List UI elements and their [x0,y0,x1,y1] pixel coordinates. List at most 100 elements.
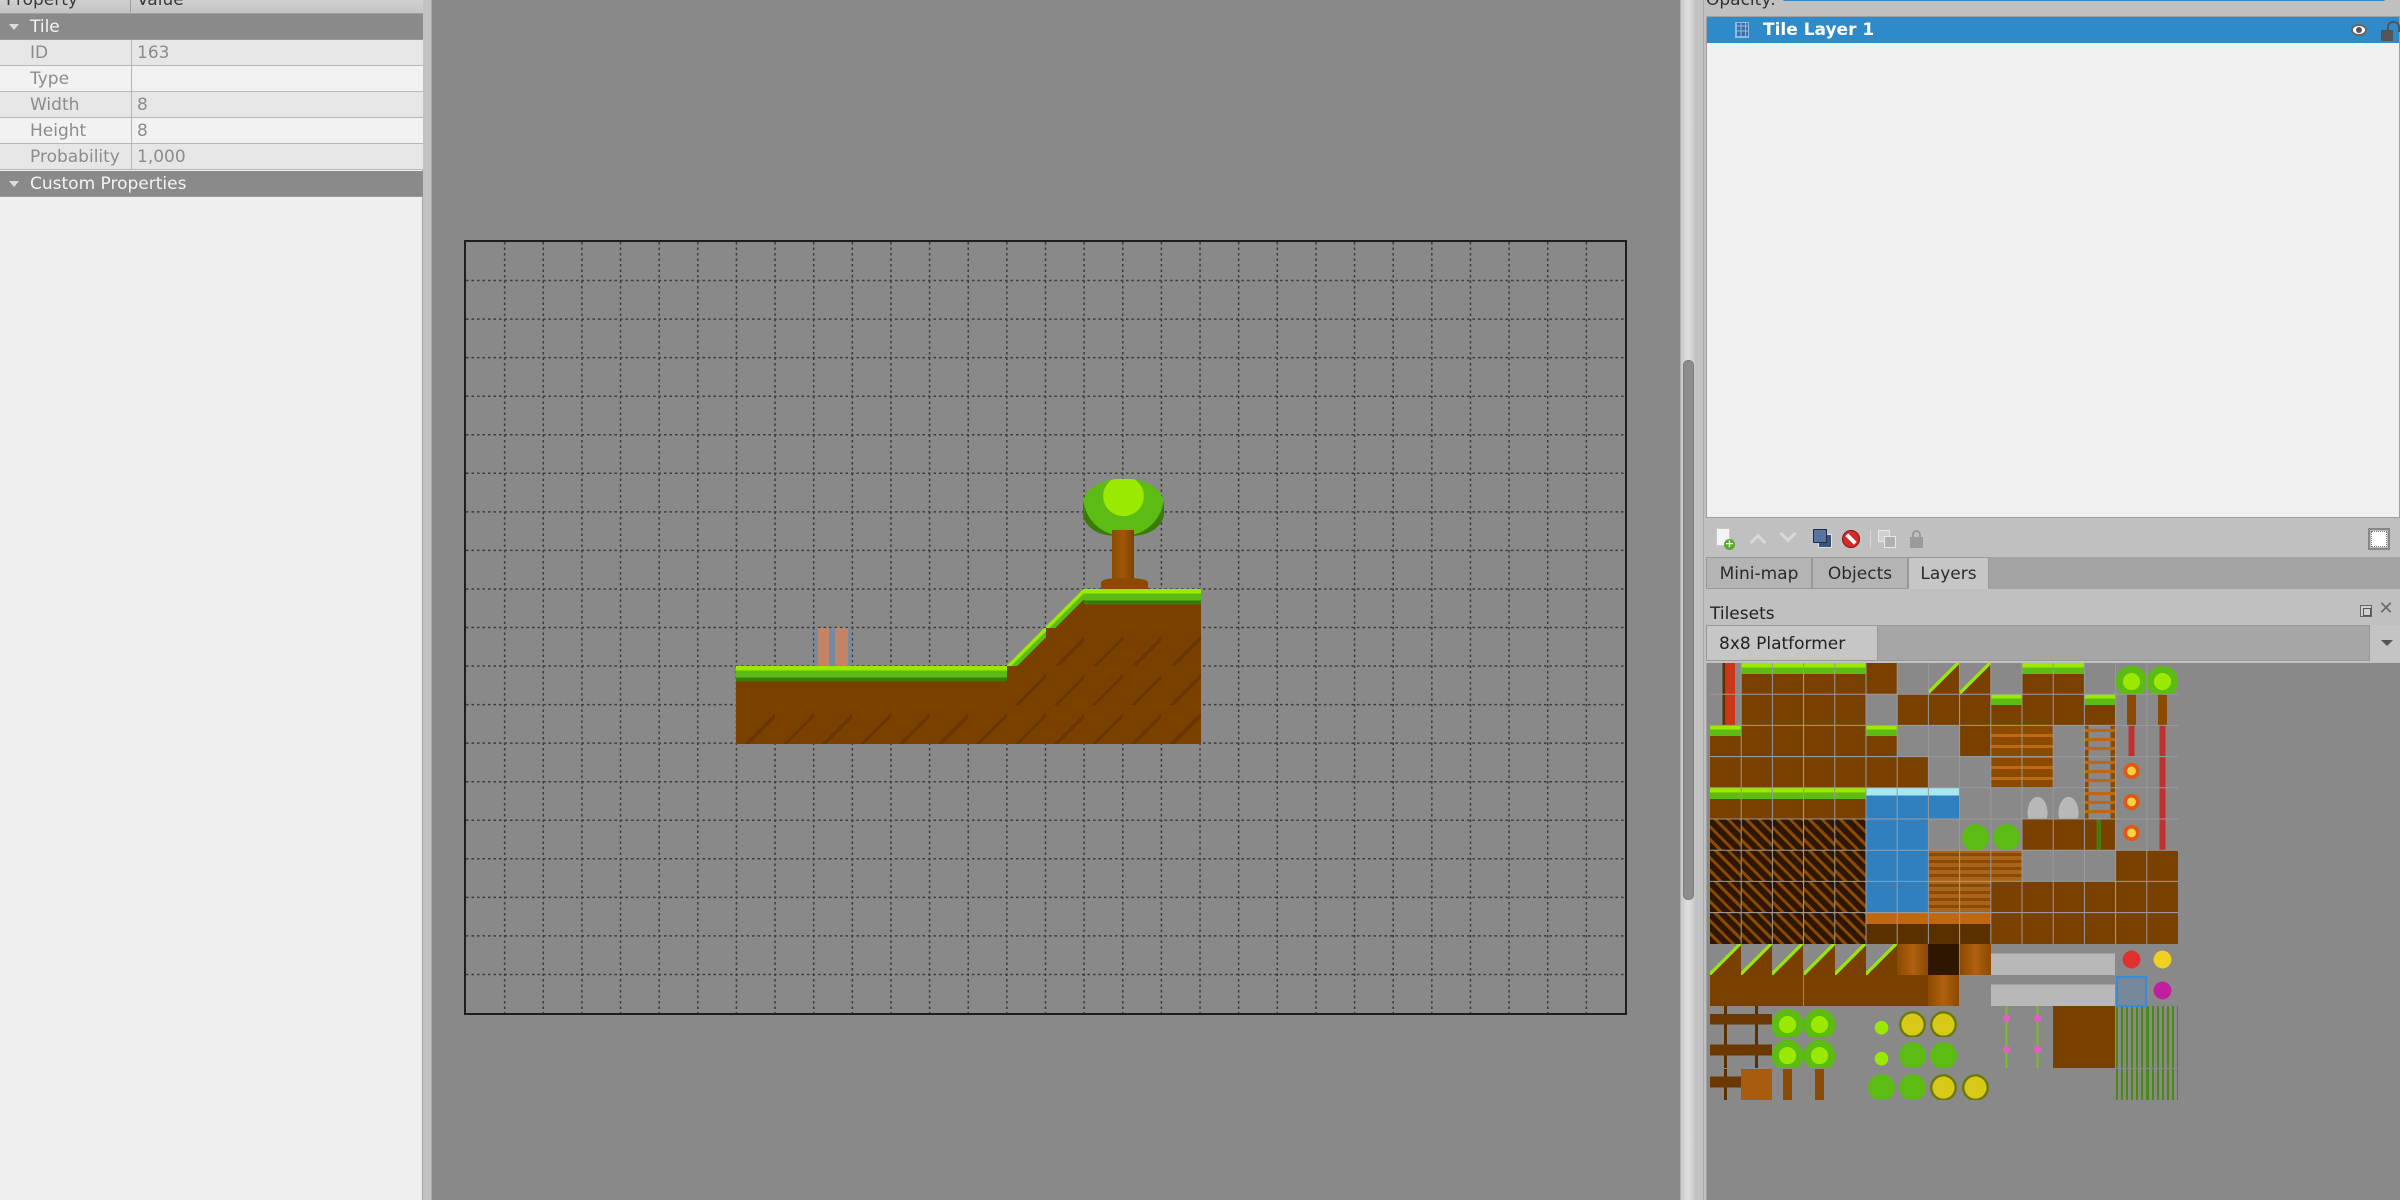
tileset-tile-grass[interactable] [1803,787,1835,819]
tileset-tile-gemPurple[interactable] [2146,975,2178,1006]
tileset-tile-cave[interactable] [1772,912,1804,944]
tileset-tile-waterTop[interactable] [1866,787,1897,819]
tileset-tile-heart[interactable] [2115,943,2147,975]
tileset-tile-dirt[interactable] [1959,694,1991,726]
collapse-arrow-icon[interactable] [9,24,19,30]
layers-list[interactable]: Tile Layer 1 [1706,16,2400,518]
tileset-tile-wood[interactable] [1990,756,2022,788]
tileset-tile-dirt[interactable] [2053,1037,2085,1069]
tileset-tile-grass[interactable] [2022,663,2053,694]
tileset-tile-flag[interactable] [1710,663,1741,694]
tileset-tile-tree[interactable] [2115,663,2147,694]
property-row-id[interactable]: ID 163 [0,40,423,66]
tileset-tile-spike[interactable] [2084,975,2116,1006]
map-tile-grass-top[interactable] [813,666,853,706]
tileset-tile-sign[interactable] [1741,1006,1773,1038]
tileset-tile-cave[interactable] [1834,850,1866,882]
tileset-tile-bridge[interactable] [1928,912,1960,944]
map-tile-dirt[interactable] [968,704,1008,744]
tileset-tile-cave[interactable] [1741,819,1773,850]
tileset-tile-sign[interactable] [1710,1068,1741,1100]
tileset-tile-pole[interactable] [2146,819,2178,850]
tileset-tile-grass[interactable] [1834,663,1866,694]
tileset-tile-sign[interactable] [1710,1006,1741,1038]
tileset-tile-hill[interactable] [1710,943,1741,975]
tileset-tile-dirt[interactable] [2146,912,2178,944]
tileset-tile-tree[interactable] [1803,1037,1835,1069]
tileset-tile-bridge[interactable] [1897,912,1929,944]
map-tile-dirt[interactable] [1006,666,1046,706]
map-tile-dirt[interactable] [1084,666,1124,706]
column-divider[interactable] [130,0,131,14]
tileset-tile-plant[interactable] [1866,1037,1897,1069]
tileset-tile-bridge[interactable] [1959,912,1991,944]
tileset-tile-bush[interactable] [1959,819,1991,850]
tileset-tile-dirt[interactable] [1834,694,1866,726]
tileset-tile-dirt[interactable] [1959,725,1991,757]
tileset-tile-dirt[interactable] [1741,756,1773,788]
tileset-tile-dirt[interactable] [1990,881,2022,913]
tileset-tile-dirt[interactable] [2053,819,2085,850]
map-tile-grass-top[interactable] [775,666,815,706]
map-tile-dirt[interactable] [929,704,969,744]
map-tile-dirt[interactable] [813,704,853,744]
tileset-tile-sign[interactable] [1741,1037,1773,1069]
tileset-tile-flower[interactable] [2022,1037,2053,1069]
tileset-tile-hill[interactable] [1834,943,1866,975]
tileset-tile-grassTuft[interactable] [2115,1006,2147,1038]
map-tile-grass-top[interactable] [852,666,892,706]
tileset-tile-cave[interactable] [1803,819,1835,850]
tileset-tile-dirt[interactable] [2084,1006,2116,1038]
tileset-tile-cave[interactable] [1834,819,1866,850]
left-splitter[interactable] [423,0,432,1200]
tileset-tile-grass[interactable] [1710,725,1741,757]
tileset-tile-grassTuft[interactable] [2115,1068,2147,1100]
map-tile-dirt[interactable] [1122,627,1162,667]
tileset-tile-spike[interactable] [2022,975,2053,1006]
tileset-tile-dirt[interactable] [1772,975,1804,1006]
map-tile-grass-top[interactable] [890,666,931,706]
tileset-tile-carved[interactable] [1990,850,2022,882]
tileset-tile-carved[interactable] [1928,881,1960,913]
tileset-tile-flower[interactable] [1990,1037,2022,1069]
map-tile-dirt[interactable] [1161,627,1201,667]
tileset-tile-dirt[interactable] [1772,756,1804,788]
tileset-tile-water[interactable] [1897,881,1929,913]
tileset-tile-ladder[interactable] [2084,756,2116,788]
tileset-tile-hill[interactable] [1866,943,1897,975]
tileset-tile-doorDark[interactable] [1928,943,1960,975]
map-tile-grass-top[interactable] [968,666,1008,706]
tileset-tile-pole[interactable] [2146,756,2178,788]
map-tile-dirt[interactable] [1045,704,1085,744]
highlight-current-layer-button[interactable] [2368,528,2390,550]
tileset-tile-bush[interactable] [1928,1037,1960,1069]
tileset-tile-tree[interactable] [2146,663,2178,694]
map-vertical-scrollbar[interactable] [1680,0,1695,1200]
tileset-tile-trunk[interactable] [1803,1068,1835,1100]
tileset-tile-spike[interactable] [1990,975,2022,1006]
lower-layer-button[interactable] [1778,525,1800,550]
tileset-tile-pole[interactable] [2146,725,2178,757]
map-tile-dirt[interactable] [1084,627,1124,667]
new-layer-button[interactable]: + [1714,528,1736,550]
tileset-tile-dirt[interactable] [2053,881,2085,913]
map-tile-dirt[interactable] [1084,704,1124,744]
tileset-tile-cave[interactable] [1772,850,1804,882]
tileset-tile-hill[interactable] [1772,943,1804,975]
tileset-tile-grass[interactable] [1990,694,2022,726]
tileset-tile-rock[interactable] [2053,787,2085,819]
tileset-tile-cave[interactable] [1803,912,1835,944]
tileset-tile-rock[interactable] [2022,787,2053,819]
tileset-tile-sign[interactable] [1710,1037,1741,1069]
layer-row-tile-layer-1[interactable]: Tile Layer 1 [1707,17,2400,43]
tileset-tile-cave[interactable] [1772,819,1804,850]
tileset-tile-dirt[interactable] [1803,725,1835,757]
map-tile-dirt[interactable] [775,704,815,744]
tileset-tile-cave[interactable] [1710,819,1741,850]
tileset-tile-water[interactable] [1866,850,1897,882]
tileset-tile-dirt[interactable] [1866,975,1897,1006]
tileset-tile-gem[interactable] [2146,943,2178,975]
tileset-tile-hill[interactable] [1741,943,1773,975]
tileset-tile-hill[interactable] [1928,663,1960,694]
tileset-tile-grassTuft[interactable] [2146,1037,2178,1069]
